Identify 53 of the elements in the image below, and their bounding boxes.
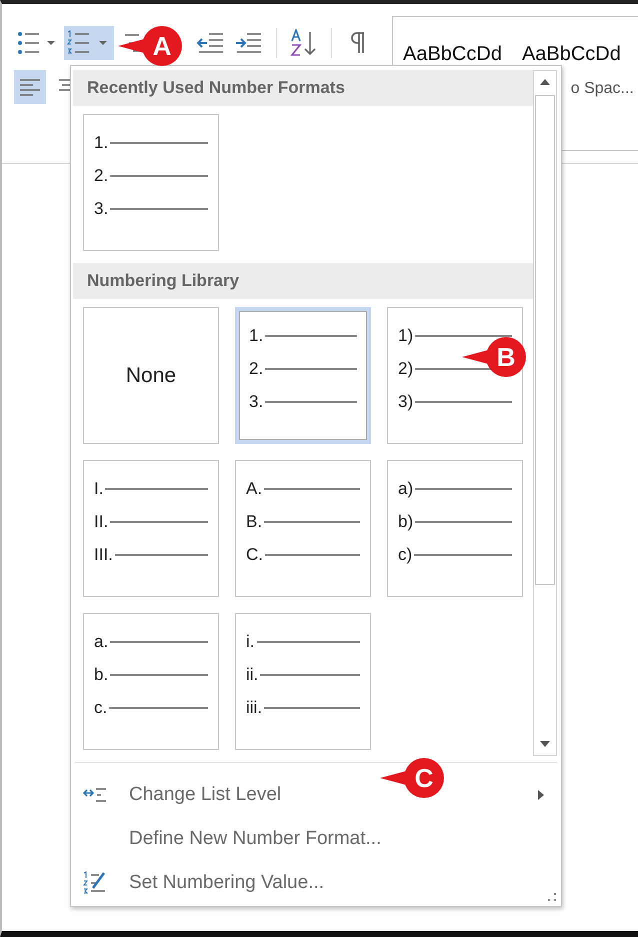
numbering-format-option[interactable]: i. ii. iii. <box>235 613 371 750</box>
resize-grip-icon[interactable] <box>547 892 557 902</box>
scroll-thumb[interactable] <box>535 95 555 585</box>
list-marker: b) <box>398 512 414 532</box>
list-marker: II. <box>94 512 108 532</box>
list-marker: a) <box>398 479 414 499</box>
menu-item[interactable]: Define New Number Format... <box>129 828 382 850</box>
list-marker: 3. <box>249 392 264 412</box>
section-heading: Numbering Library <box>73 263 533 299</box>
list-marker: 2) <box>398 359 414 379</box>
increase-indent-icon <box>235 31 263 55</box>
list-marker: I. <box>94 479 104 499</box>
style-sample[interactable]: AaBbCcDd <box>522 43 621 66</box>
pilcrow-icon <box>350 31 366 55</box>
list-marker: a. <box>94 632 108 652</box>
list-marker: B. <box>246 512 262 532</box>
numbering-format-option[interactable]: 1. 2. 3. <box>235 307 371 444</box>
numbering-button[interactable] <box>64 26 114 60</box>
align-left-icon <box>19 78 41 96</box>
list-marker: A. <box>246 479 262 499</box>
numbering-format-option[interactable]: A. B. C. <box>235 460 371 597</box>
change-level-icon <box>83 787 107 803</box>
scrollbar[interactable] <box>533 70 557 756</box>
list-marker: 1. <box>249 326 264 346</box>
numbering-format-option[interactable]: None <box>83 307 219 444</box>
menu-item[interactable]: Change List Level <box>129 784 282 806</box>
list-marker: C. <box>246 545 263 565</box>
numbering-format-option[interactable]: I. II. III. <box>83 460 219 597</box>
list-marker: III. <box>94 545 113 565</box>
style-sample[interactable]: AaBbCcDd <box>403 43 502 66</box>
menu-item[interactable]: Set Numbering Value... <box>129 872 324 894</box>
list-marker: 3. <box>94 199 108 219</box>
list-marker: c) <box>398 545 412 565</box>
numbering-value-icon <box>83 870 107 896</box>
list-marker: c. <box>94 698 108 718</box>
numbering-format-option[interactable]: a. b. c. <box>83 613 219 750</box>
style-name[interactable]: o Spac... <box>570 80 634 98</box>
sort-icon <box>290 29 318 57</box>
list-marker: 2. <box>94 166 108 186</box>
section-heading: Recently Used Number Formats <box>73 70 533 106</box>
list-marker: b. <box>94 665 108 685</box>
left-button[interactable] <box>14 70 46 104</box>
list-marker: iii. <box>246 698 262 718</box>
list-marker: 3) <box>398 392 414 412</box>
bullet-list-icon <box>17 31 57 55</box>
list-marker: i. <box>246 632 254 652</box>
decrease-indent-icon <box>197 31 225 55</box>
numbering-format-option[interactable]: a) b) c) <box>387 460 523 597</box>
numbering-format-option[interactable]: 1. 2. 3. <box>83 114 219 251</box>
list-marker: 2. <box>249 359 264 379</box>
list-marker: 1) <box>398 326 414 346</box>
list-marker: 1. <box>94 133 108 153</box>
list-marker: ii. <box>246 665 258 685</box>
